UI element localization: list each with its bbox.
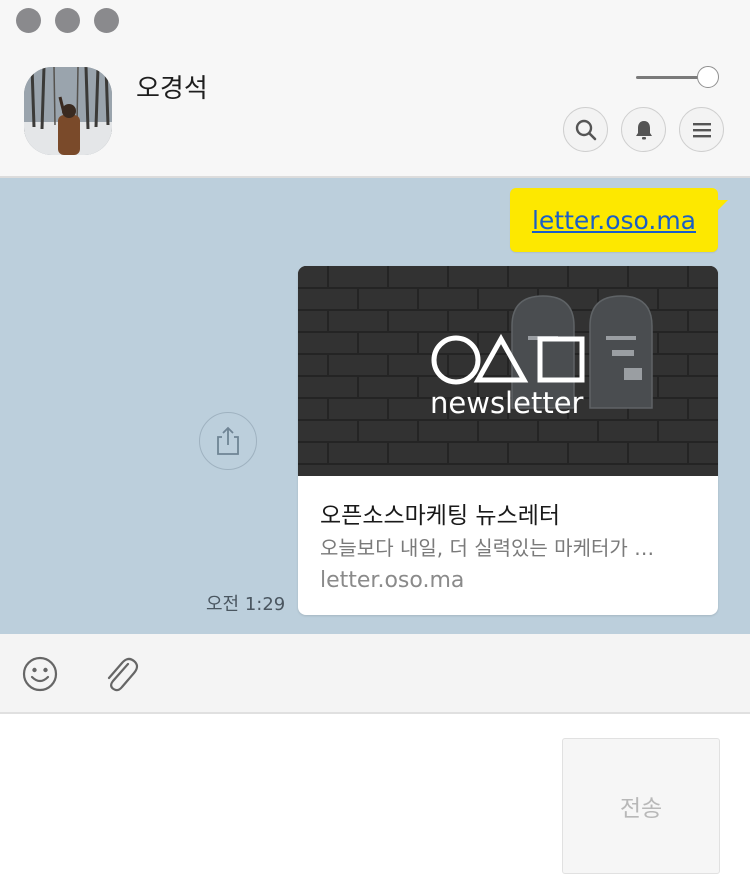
emoji-icon <box>22 656 58 692</box>
minimize-window-button[interactable] <box>55 8 80 33</box>
link-preview-url: letter.oso.ma <box>320 568 465 593</box>
link-preview-description: 오늘보다 내일, 더 실력있는 마케터가 … <box>320 536 655 560</box>
link-preview-body[interactable]: 오픈소스마케팅 뉴스레터 오늘보다 내일, 더 실력있는 마케터가 … lett… <box>298 476 718 615</box>
avatar[interactable] <box>24 67 112 155</box>
input-toolbar <box>0 634 750 714</box>
search-icon <box>575 119 596 140</box>
message-timestamp: 오전 1:29 <box>206 594 286 615</box>
share-button[interactable] <box>199 412 257 470</box>
zoom-slider[interactable] <box>636 66 722 88</box>
share-icon <box>217 426 239 455</box>
link-preview-image-text: newsletter <box>430 386 584 420</box>
link-preview-card[interactable]: newsletter 오픈소스마케팅 뉴스레터 오늘보다 내일, 더 실력있는 … <box>298 266 718 615</box>
notification-button[interactable] <box>621 107 666 152</box>
search-button[interactable] <box>563 107 608 152</box>
zoom-knob[interactable] <box>697 66 719 88</box>
message-link[interactable]: letter.oso.ma <box>532 206 696 235</box>
chat-area[interactable]: letter.oso.ma 오전 1:29 newsletter 오픈소스마케팅… <box>0 178 750 634</box>
send-button[interactable]: 전송 <box>562 738 720 874</box>
menu-button[interactable] <box>679 107 724 152</box>
bell-icon <box>635 120 652 139</box>
paperclip-icon <box>107 657 139 692</box>
message-bubble[interactable]: letter.oso.ma <box>509 188 729 252</box>
contact-name: 오경석 <box>136 74 208 104</box>
link-preview-title: 오픈소스마케팅 뉴스레터 <box>320 503 561 529</box>
emoji-button[interactable] <box>20 654 60 694</box>
mailbox-brick-wall-image: newsletter <box>298 266 718 476</box>
link-preview-image[interactable]: newsletter <box>298 266 718 476</box>
close-window-button[interactable] <box>16 8 41 33</box>
zoom-window-button[interactable] <box>94 8 119 33</box>
compose-area[interactable]: 전송 <box>0 714 750 896</box>
menu-icon <box>692 122 711 137</box>
chat-header: 오경석 <box>0 0 750 178</box>
window-controls <box>16 8 119 33</box>
attach-file-button[interactable] <box>100 654 140 694</box>
